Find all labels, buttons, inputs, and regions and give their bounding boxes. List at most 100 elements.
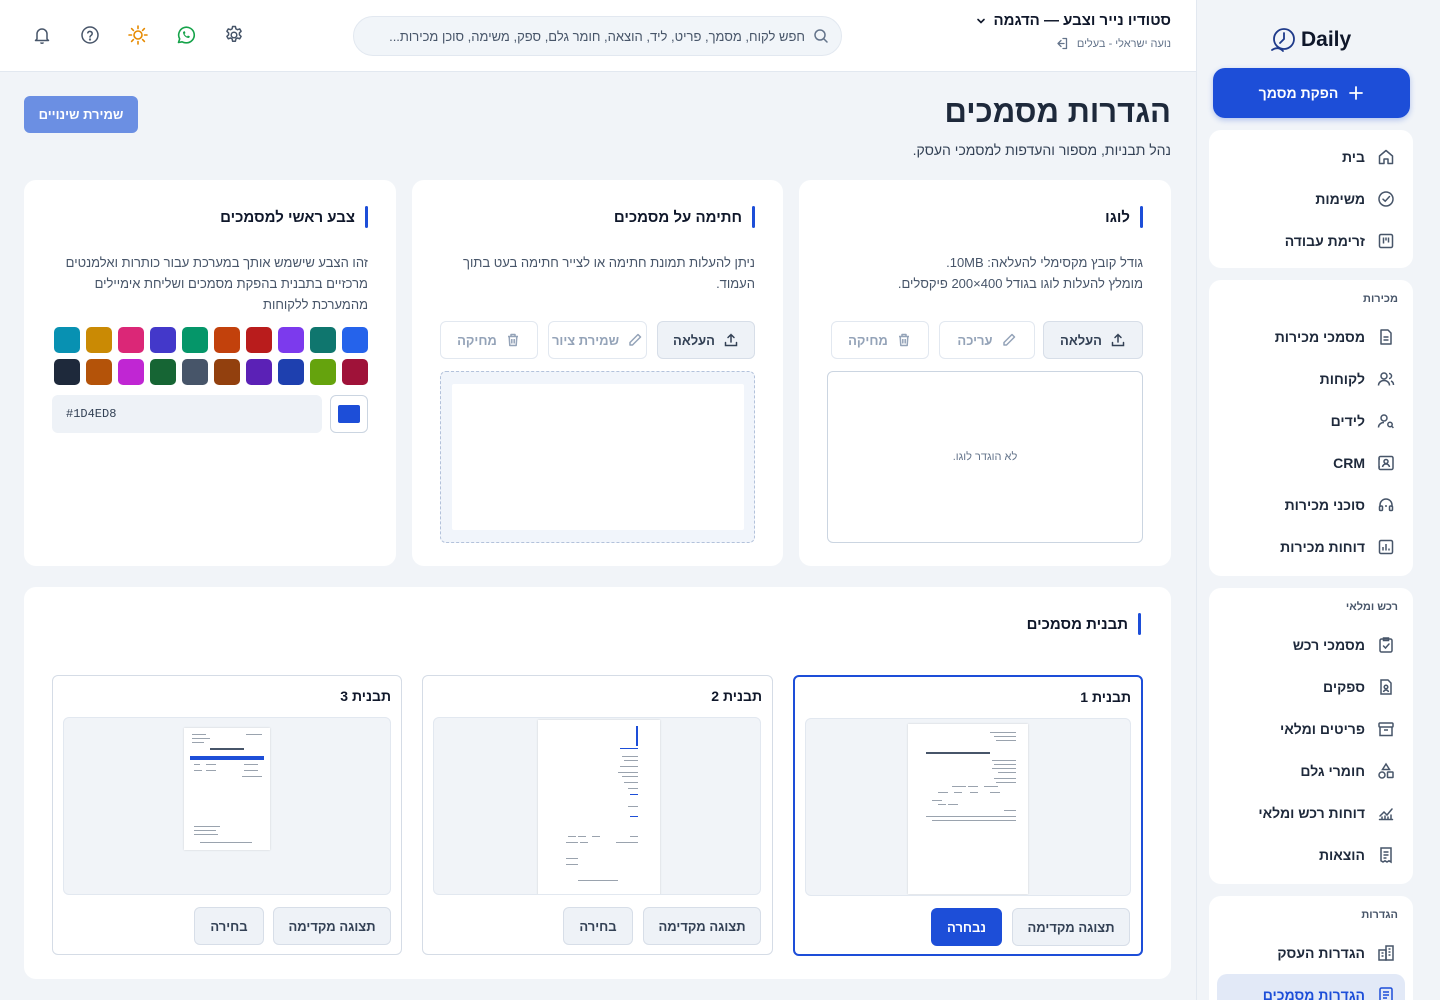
upload-icon [1111,333,1125,347]
sun-icon[interactable] [127,24,149,46]
logo-edit-button[interactable]: עריכה [939,321,1035,359]
sidebar-item-document-settings[interactable]: הגדרות מסמכים [1217,974,1405,1000]
color-swatch[interactable] [54,359,80,385]
page-subtitle: נהל תבניות, מספור והעדפות למסמכי העסק. [912,142,1171,158]
sidebar-item-label: מסמכי מכירות [1274,329,1365,345]
color-swatch[interactable] [54,327,80,353]
help-icon[interactable] [79,24,101,46]
sidebar-item-purchase-documents[interactable]: מסמכי רכש [1209,624,1413,666]
user-search-icon [1377,414,1394,429]
logo-preview-area[interactable]: לא הוגדר לוגו. [827,371,1143,543]
template-select-button[interactable]: בחירה [194,907,264,945]
template-preview-thumbnail[interactable] [433,717,761,895]
sidebar-item-sales-agents[interactable]: סוכני מכירות [1209,484,1413,526]
sidebar-item-expenses[interactable]: הוצאות [1209,834,1413,876]
color-swatch[interactable] [310,327,336,353]
sidebar-sales-group: מכירות מסמכי מכירות לקוחות לידים CRM סוכ… [1209,280,1413,576]
card-description: ניתן להעלות תמונת חתימה או לצייר חתימה ב… [463,252,755,294]
description-line: מרכזיים בתבנית בהפקת מסמכים ושליחת אימיי… [94,276,368,291]
line-chart-icon [1378,808,1394,821]
template-preview-thumbnail[interactable] [805,718,1131,896]
whatsapp-icon[interactable] [175,24,197,46]
sidebar-item-leads[interactable]: לידים [1209,400,1413,442]
color-picker-button[interactable] [330,395,368,433]
signature-delete-button[interactable]: מחיקה [440,321,538,359]
sidebar-item-label: לידים [1330,413,1365,429]
clipboard-check-icon [1379,637,1393,653]
template-preview-thumbnail[interactable] [63,717,391,895]
color-swatch[interactable] [246,359,272,385]
color-swatch[interactable] [182,327,208,353]
color-swatch[interactable] [118,359,144,385]
app-logo-text: Daily [1301,28,1352,51]
logo-upload-button[interactable]: העלאה [1043,321,1143,359]
color-swatch[interactable] [310,359,336,385]
color-swatch[interactable] [150,327,176,353]
template-name: תבנית 3 [340,688,391,704]
signature-upload-button[interactable]: העלאה [657,321,755,359]
upload-label: העלאה [1060,332,1102,348]
accent-bar [365,206,368,228]
logout-icon[interactable] [1054,36,1069,51]
archive-icon [1378,722,1394,737]
template-paper [184,728,270,850]
template-select-button[interactable]: נבחרה [931,908,1002,946]
signature-drawing-area[interactable] [440,371,755,543]
template-name: תבנית 2 [711,688,762,704]
sidebar-item-customers[interactable]: לקוחות [1209,358,1413,400]
template-card-3[interactable]: תבנית 3 תצוגה מקדימה בחירה [52,675,402,955]
color-swatch[interactable] [278,359,304,385]
description-line: זהו הצבע שישמש אותך במערכת עבור כותרות ו… [65,255,368,270]
color-swatch[interactable] [118,327,144,353]
color-swatch[interactable] [182,359,208,385]
color-swatch[interactable] [214,359,240,385]
global-search[interactable] [353,16,842,56]
signature-save-drawing-button[interactable]: שמירת ציור [548,321,647,359]
business-switcher[interactable]: סטודיו נייר וצבע — הדגמה נועה ישראלי - ב… [975,12,1171,51]
search-input[interactable] [366,28,805,44]
template-card-1[interactable]: תבנית 1 תצוגה מקדימה נבחרה [793,675,1143,956]
color-swatch[interactable] [86,327,112,353]
contact-card-icon [1378,455,1394,471]
create-document-button[interactable]: הפקת מסמך [1213,68,1410,118]
selected-color-preview [338,405,360,423]
color-swatch[interactable] [342,359,368,385]
template-preview-button[interactable]: תצוגה מקדימה [273,907,391,945]
app-logo[interactable]: Daily [1269,26,1351,54]
color-swatch[interactable] [342,327,368,353]
sidebar-item-business-settings[interactable]: הגדרות העסק [1209,932,1413,974]
bell-icon[interactable] [31,24,53,46]
template-preview-button[interactable]: תצוגה מקדימה [643,907,761,945]
sidebar-item-label: הגדרות מסמכים [1262,987,1365,1000]
sidebar-item-label: משימות [1315,191,1365,207]
upload-label: העלאה [673,332,715,348]
sidebar-item-home[interactable]: בית [1209,136,1413,178]
sidebar-item-sales-reports[interactable]: דוחות מכירות [1209,526,1413,568]
sidebar-item-crm[interactable]: CRM [1209,442,1413,484]
pencil-icon [1002,333,1015,346]
save-changes-button[interactable]: שמירת שינויים [24,96,138,133]
sidebar-item-procurement-reports[interactable]: דוחות רכש ומלאי [1209,792,1413,834]
template-card-2[interactable]: תבנית 2 תצוגה מקדימה בחירה [422,675,773,955]
sidebar-item-tasks[interactable]: משימות [1209,178,1413,220]
color-swatch[interactable] [150,359,176,385]
color-swatch[interactable] [278,327,304,353]
sidebar-item-raw-materials[interactable]: חומרי גלם [1209,750,1413,792]
templates-card: תבנית מסמכים תבנית 1 תצוגה מקדימה נבחרה … [24,587,1171,979]
sidebar-item-workflow[interactable]: זרימת עבודה [1209,220,1413,262]
check-circle-icon [1378,191,1394,207]
color-swatch[interactable] [246,327,272,353]
gear-icon[interactable] [223,24,245,46]
hex-color-input[interactable]: #1D4ED8 [52,395,322,433]
template-select-button[interactable]: בחירה [563,907,633,945]
color-swatch[interactable] [86,359,112,385]
sidebar-item-sales-documents[interactable]: מסמכי מכירות [1209,316,1413,358]
sidebar-item-inventory[interactable]: פריטים ומלאי [1209,708,1413,750]
color-swatch[interactable] [214,327,240,353]
logo-delete-button[interactable]: מחיקה [831,321,929,359]
search-icon [814,29,828,43]
business-name: סטודיו נייר וצבע — הדגמה [993,12,1171,29]
signature-canvas[interactable] [451,384,744,530]
sidebar-item-suppliers[interactable]: ספקים [1209,666,1413,708]
template-preview-button[interactable]: תצוגה מקדימה [1012,908,1130,946]
